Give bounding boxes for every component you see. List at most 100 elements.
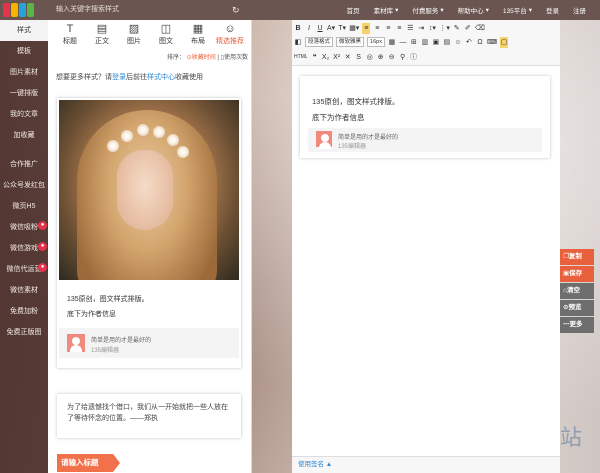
clear-icon[interactable]: ⊖: [388, 52, 396, 63]
tab-body[interactable]: ▤ 正文: [86, 23, 118, 50]
promo-dot-icon: ●: [38, 242, 47, 251]
quote-icon[interactable]: ❝: [311, 52, 319, 63]
sort-favorite-button[interactable]: ⊙收藏时间: [187, 55, 216, 61]
superscript-icon[interactable]: X²: [333, 52, 341, 63]
highlight-button[interactable]: ▦▾: [349, 23, 359, 34]
style-card-title[interactable]: 请输入标题: [57, 454, 120, 472]
font-color-button[interactable]: A▾: [327, 23, 335, 34]
sidebar-item-add-favorite[interactable]: 加收藏: [0, 125, 48, 146]
sidebar-item-promotion[interactable]: 合作推广: [0, 154, 48, 175]
search-replace-icon[interactable]: ⚲: [399, 52, 407, 63]
line-height-button[interactable]: ↕▾: [428, 23, 436, 34]
site-watermark: 站: [560, 425, 583, 450]
promo-dot-icon: ●: [38, 221, 47, 230]
spacing-button[interactable]: ⋮▾: [439, 23, 450, 34]
table-icon[interactable]: ▦: [388, 37, 396, 48]
link-icon[interactable]: ⊞: [410, 37, 418, 48]
sidebar-item-red-packet[interactable]: 公众号发红包: [0, 175, 48, 196]
author-block: 简单是用的才是最好的 135编辑器: [59, 328, 239, 358]
fullscreen-icon[interactable]: ▢: [500, 36, 509, 48]
eraser-icon[interactable]: ✐: [464, 23, 472, 34]
bold-button[interactable]: B: [294, 23, 302, 34]
align-left-button[interactable]: ≡: [362, 22, 371, 34]
omega-icon[interactable]: Ω: [476, 37, 484, 48]
paragraph-format-select[interactable]: 段落格式: [305, 37, 334, 47]
clear-button[interactable]: ⌂清空: [560, 283, 594, 299]
preview-button[interactable]: ⊙预览: [560, 300, 594, 316]
image-insert-icon[interactable]: ▣: [432, 37, 440, 48]
remove-icon[interactable]: ✕: [344, 52, 352, 63]
style-center-link[interactable]: 样式中心: [147, 74, 175, 81]
nav-register[interactable]: 注册: [573, 5, 586, 15]
sidebar-item-image-materials[interactable]: 图片素材: [0, 62, 48, 83]
sidebar-item-my-articles[interactable]: 我的文章: [0, 104, 48, 125]
preview-icon[interactable]: ◎: [366, 52, 374, 63]
save-button[interactable]: ▣保存: [560, 266, 594, 282]
avatar: [67, 334, 85, 352]
tab-featured[interactable]: ☺ 精选推荐: [214, 23, 246, 50]
align-right-button[interactable]: ≡: [384, 23, 392, 34]
editor-line-1[interactable]: 135原创，图文样式排版。: [312, 96, 400, 107]
strike-icon[interactable]: S: [355, 52, 363, 63]
top-nav: 首页 素材库 ▾ 付费服务 ▾ 帮助中心 ▾ 135平台 ▾ 登录 注册: [347, 0, 586, 20]
underline-button[interactable]: U: [316, 23, 324, 34]
logo[interactable]: [3, 2, 39, 18]
style-card-quote[interactable]: 为了给遗憾找个借口，我们从一开始就把一些人放在了等待怀念的位置。——郑执: [57, 394, 241, 438]
sidebar-item-h5[interactable]: 微页H5: [0, 196, 48, 217]
hr-icon[interactable]: —: [399, 37, 407, 48]
text-format-button[interactable]: T▾: [338, 23, 346, 34]
sidebar-item-gain-fans[interactable]: 微信吸粉 ●: [0, 217, 48, 238]
indent-button[interactable]: ⇥: [417, 23, 425, 34]
nav-login[interactable]: 登录: [546, 5, 559, 15]
emoji-icon[interactable]: ☺: [454, 37, 462, 48]
html-icon[interactable]: HTML: [294, 52, 308, 63]
sidebar-item-free-fans[interactable]: 免费加粉: [0, 301, 48, 322]
style-panel: T 标题 ▤ 正文 ▨ 图片 ◫ 图文 ▦ 布局 ☺ 精选推荐 排序： ⊙收藏时间 | ▯使…: [48, 20, 300, 473]
login-link[interactable]: 登录: [112, 74, 126, 81]
sidebar-item-free-images[interactable]: 免费正版图: [0, 322, 48, 343]
code-icon[interactable]: ⌨: [487, 37, 497, 48]
nav-help[interactable]: 帮助中心 ▾: [458, 5, 489, 15]
editor-author-block[interactable]: 简单是用的才是最好的 135编辑器: [308, 128, 542, 152]
avatar: [316, 131, 332, 149]
font-size-select[interactable]: 16px: [367, 37, 385, 47]
format-painter-icon[interactable]: ✎: [453, 23, 461, 34]
search-input[interactable]: 输入关键字搜索样式: [48, 3, 238, 17]
align-justify-button[interactable]: ≡: [395, 23, 403, 34]
tab-image-text[interactable]: ◫ 图文: [150, 23, 182, 50]
editor-card[interactable]: 135原创，图文样式排版。 底下为作者信息 简单是用的才是最好的 135编辑器: [300, 76, 550, 158]
sidebar-item-wechat-materials[interactable]: 微信素材: [0, 280, 48, 301]
copy-button[interactable]: ❐复制: [560, 249, 594, 265]
style-card-image-text[interactable]: 135原创，图文样式排版。 底下为作者信息 简单是用的才是最好的 135编辑器: [57, 98, 241, 368]
sidebar-item-templates[interactable]: 模板: [0, 41, 48, 62]
tab-layout[interactable]: ▦ 布局: [182, 23, 214, 50]
sidebar-item-operation[interactable]: 微信代运营 ●: [0, 259, 48, 280]
nav-paid-services[interactable]: 付费服务 ▾: [412, 5, 443, 15]
html-source-icon[interactable]: ◧: [294, 37, 302, 48]
align-center-button[interactable]: ≡: [373, 23, 381, 34]
sort-used-button[interactable]: ▯使用次数: [221, 55, 248, 61]
editor-area[interactable]: 135原创，图文样式排版。 底下为作者信息 简单是用的才是最好的 135编辑器: [292, 66, 560, 456]
sidebar-item-games[interactable]: 微信游戏 ●: [0, 238, 48, 259]
nav-platform[interactable]: 135平台 ▾: [503, 5, 532, 15]
sign-icon[interactable]: ⊕: [377, 52, 385, 63]
sidebar-item-one-click-layout[interactable]: 一键排版: [0, 83, 48, 104]
sidebar-item-styles[interactable]: 样式: [0, 20, 48, 41]
undo-icon[interactable]: ↶: [465, 37, 473, 48]
font-family-select[interactable]: 微软雅黑: [336, 37, 365, 47]
columns-icon[interactable]: ▥: [421, 37, 429, 48]
nav-materials[interactable]: 素材库 ▾: [374, 5, 399, 15]
nav-home[interactable]: 首页: [347, 5, 360, 15]
tab-image[interactable]: ▨ 图片: [118, 23, 150, 50]
tab-title[interactable]: T 标题: [54, 23, 86, 50]
clear-format-icon[interactable]: ⌫: [475, 23, 485, 34]
info-icon[interactable]: ⓘ: [410, 52, 418, 63]
subscript-icon[interactable]: X₂: [322, 52, 330, 63]
more-button[interactable]: ⋯更多: [560, 317, 594, 333]
italic-button[interactable]: I: [305, 23, 313, 34]
video-icon[interactable]: ▤: [443, 37, 451, 48]
editor-line-2[interactable]: 底下为作者信息: [312, 112, 365, 123]
use-signature-toggle[interactable]: 使用签名 ▲: [292, 456, 560, 473]
refresh-icon[interactable]: ↻: [232, 4, 240, 16]
list-button[interactable]: ☰: [406, 23, 414, 34]
